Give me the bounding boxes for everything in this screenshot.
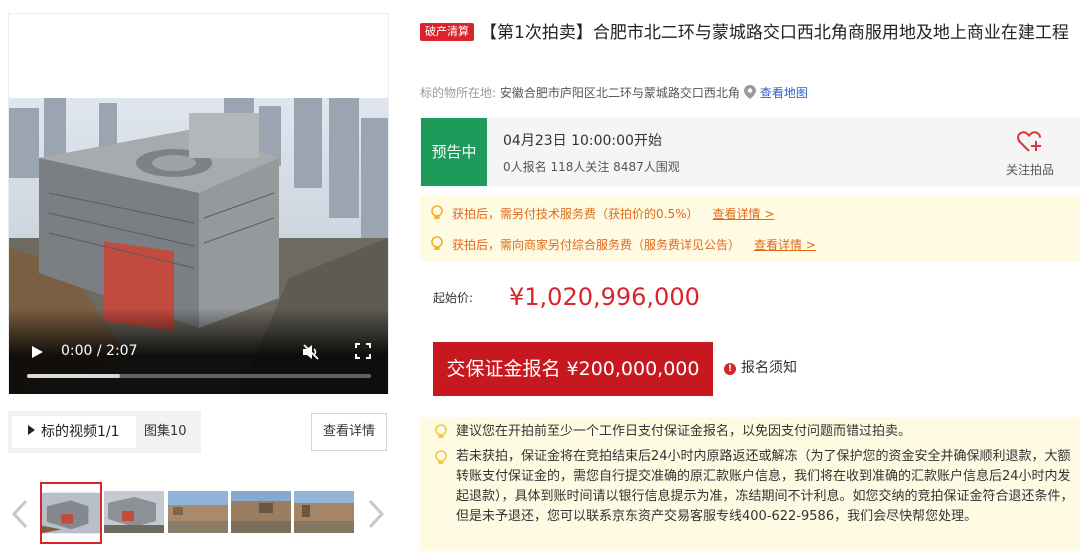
lightbulb-icon <box>435 450 447 464</box>
deposit-advice-box: 建议您在开拍前至少一个工作日支付保证金报名，以免因支付问题而错过拍卖。 若未获拍… <box>420 417 1080 551</box>
fee-notice-1-text: 获拍后，需另付技术服务费（获拍价的0.5%） <box>452 207 699 221</box>
fee-notice-2: 获拍后，需向商家另付综合服务费（服务费详见公告） 查看详情 > <box>430 236 816 254</box>
thumbnail-image <box>104 491 164 533</box>
bankruptcy-badge: 破产清算 <box>420 23 474 41</box>
thumbnail-image <box>294 491 354 533</box>
starting-price-value: ¥1,020,996,000 <box>509 283 700 311</box>
location-value: 安徽合肥市庐阳区北二环与蒙城路交口西北角 <box>499 86 740 100</box>
thumbnail-2[interactable] <box>104 491 164 533</box>
fee-notice-2-text: 获拍后，需向商家另付综合服务费（服务费详见公告） <box>452 238 741 252</box>
listing-title: 【第1次拍卖】合肥市北二环与蒙城路交口西北角商服用地及地上商业在建工程 <box>480 23 1069 43</box>
lightbulb-icon <box>431 205 443 219</box>
fee-notice-1: 获拍后，需另付技术服务费（获拍价的0.5%） 查看详情 > <box>430 205 774 223</box>
auction-start-time: 04月23日 10:00:00开始 <box>503 133 662 149</box>
tab-video-label: 标的视频1/1 <box>41 424 120 440</box>
fee-notice-box: 获拍后，需另付技术服务费（获拍价的0.5%） 查看详情 > 获拍后，需向商家另付综… <box>420 196 1080 262</box>
thumbnail-strip <box>8 480 389 545</box>
advice-text-1: 建议您在开拍前至少一个工作日支付保证金报名，以免因支付问题而错过拍卖。 <box>456 424 912 439</box>
media-viewer: 0:00 / 2:07 <box>8 13 389 394</box>
thumbnail-image <box>168 491 228 533</box>
advice-text-2: 若未获拍，保证金将在竞拍结束后24小时内原路返还或解冻（为了保护您的资金安全并确… <box>456 449 1074 524</box>
fullscreen-icon[interactable] <box>355 343 371 359</box>
mute-icon[interactable] <box>301 342 321 362</box>
heart-plus-icon <box>1017 131 1041 152</box>
starting-price-label: 起始价: <box>433 291 474 305</box>
registration-notice-link[interactable]: ! 报名须知 <box>724 359 797 377</box>
location-row: 标的物所在地: 安徽合肥市庐阳区北二环与蒙城路交口西北角 查看地图 <box>420 84 808 102</box>
fee-notice-2-link[interactable]: 查看详情 > <box>754 238 816 252</box>
auction-stats: 0人报名 118人关注 8487人围观 <box>503 160 680 174</box>
map-pin-icon <box>743 85 756 99</box>
video-top-area <box>9 14 388 98</box>
lightbulb-icon <box>435 424 447 438</box>
media-tabs: 标的视频1/1 图集10 <box>8 411 201 453</box>
tab-video[interactable]: 标的视频1/1 <box>12 416 136 448</box>
auction-status-panel: 预告中 04月23日 10:00:00开始 0人报名 118人关注 8487人围… <box>420 117 1080 187</box>
thumbnail-4[interactable] <box>231 491 291 533</box>
view-detail-button[interactable]: 查看详情 <box>311 413 387 451</box>
video-progress-fill <box>27 374 120 378</box>
play-triangle-icon <box>28 425 35 435</box>
play-icon[interactable] <box>29 344 45 360</box>
registration-notice-label: 报名须知 <box>741 360 797 376</box>
thumbnail-5[interactable] <box>294 491 354 533</box>
pay-deposit-register-button[interactable]: 交保证金报名 ¥200,000,000 <box>433 342 713 396</box>
view-map-link[interactable]: 查看地图 <box>760 86 808 100</box>
tab-gallery[interactable]: 图集10 <box>144 416 187 448</box>
chevron-left-icon[interactable] <box>8 498 32 530</box>
chevron-right-icon[interactable] <box>364 498 388 530</box>
thumbnail-3[interactable] <box>168 491 228 533</box>
thumbnail-image <box>42 492 100 534</box>
listing-title-block: 破产清算 【第1次拍卖】合肥市北二环与蒙城路交口西北角商服用地及地上商业在建工程 <box>420 20 1072 47</box>
follow-label: 关注拍品 <box>1005 163 1054 177</box>
video-player[interactable]: 0:00 / 2:07 <box>9 98 388 394</box>
info-icon: ! <box>724 363 736 375</box>
video-controls: 0:00 / 2:07 <box>9 308 388 394</box>
video-progress-bar[interactable] <box>27 374 371 378</box>
thumbnail-1[interactable] <box>40 482 102 544</box>
thumbnail-image <box>231 491 291 533</box>
video-time: 0:00 / 2:07 <box>61 343 138 359</box>
follow-button[interactable]: 关注拍品 <box>1000 131 1060 178</box>
lightbulb-icon <box>431 236 443 250</box>
location-label: 标的物所在地: <box>420 86 497 100</box>
fee-notice-1-link[interactable]: 查看详情 > <box>713 207 775 221</box>
status-badge: 预告中 <box>421 118 487 186</box>
